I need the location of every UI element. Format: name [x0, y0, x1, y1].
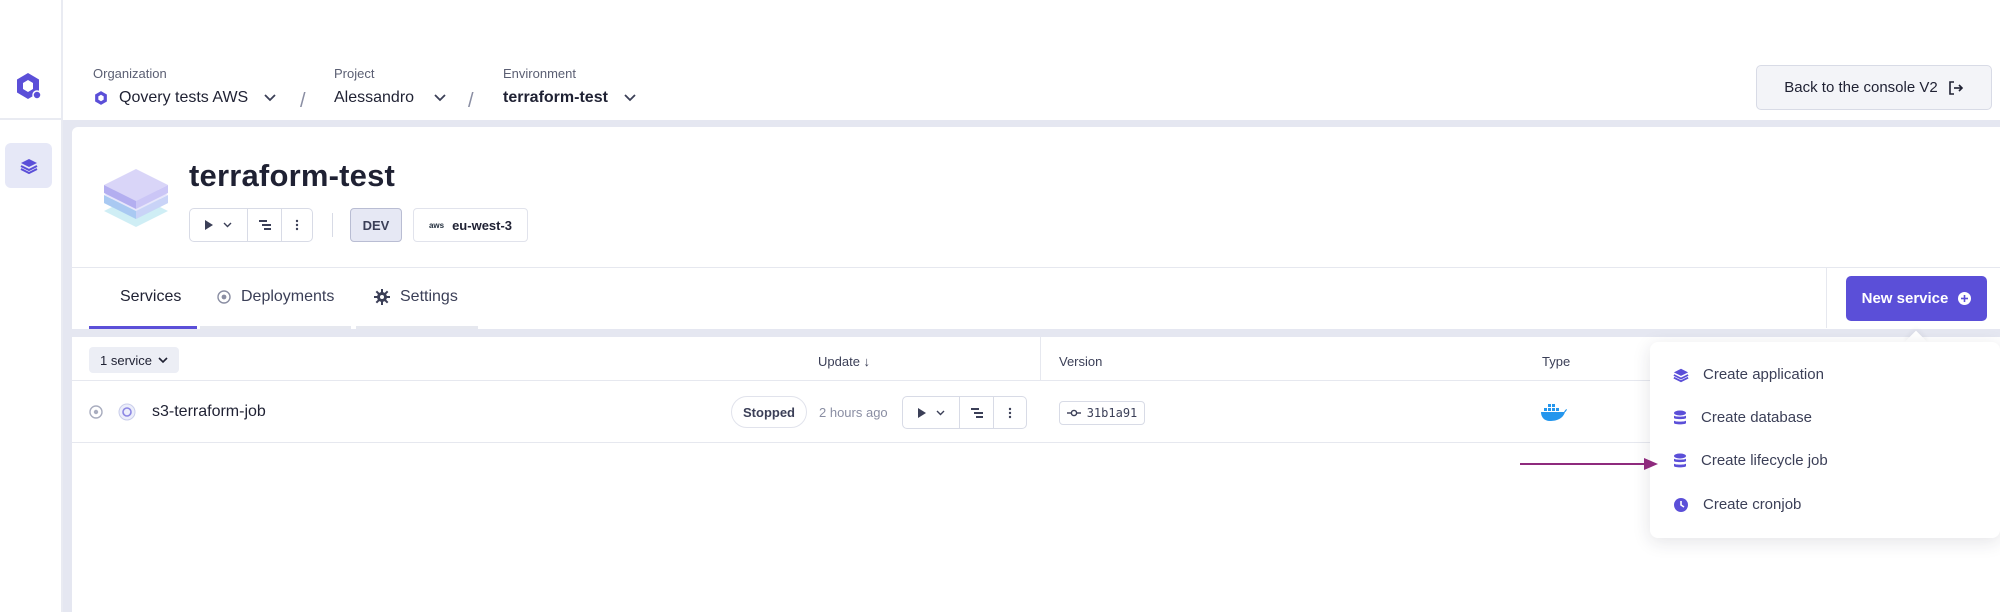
service-more-button[interactable]: [994, 397, 1026, 428]
tabs-divider: [1826, 268, 1827, 328]
column-update-header[interactable]: Update ↓: [818, 354, 870, 369]
menu-item-label: Create database: [1701, 409, 1812, 426]
tab-deployments[interactable]: Deployments: [217, 288, 334, 306]
status-badge: Stopped: [731, 396, 807, 428]
play-icon: [917, 407, 926, 418]
service-name[interactable]: s3-terraform-job: [152, 403, 266, 421]
back-to-console-label: Back to the console V2: [1784, 79, 1938, 96]
new-service-label: New service: [1861, 290, 1949, 307]
new-service-button[interactable]: New service: [1846, 276, 1987, 321]
breadcrumb-environment-label: Environment: [503, 66, 576, 81]
menu-item-create-database[interactable]: Create database: [1673, 409, 1812, 426]
layers-icon: [20, 158, 37, 174]
layers-icon: [1673, 368, 1689, 382]
left-rail: [0, 0, 63, 612]
deployments-icon: [217, 290, 231, 304]
region-badge: aws eu-west-3: [413, 208, 528, 242]
breadcrumb-separator: /: [468, 90, 474, 112]
breadcrumb-environment-value: terraform-test: [503, 89, 608, 106]
deploy-button[interactable]: [190, 209, 248, 241]
menu-item-create-lifecycle-job[interactable]: Create lifecycle job: [1673, 452, 1828, 469]
play-icon: [205, 220, 213, 230]
top-navigation: Organization Qovery tests AWS / Project …: [63, 62, 2000, 120]
chevron-down-icon: [264, 94, 276, 102]
database-icon: [1674, 453, 1686, 467]
breadcrumb-organization-label: Organization: [93, 66, 167, 81]
column-type-header: Type: [1542, 354, 1571, 369]
header-divider: [332, 213, 333, 237]
logout-icon: [1948, 80, 1963, 95]
commit-icon: [1066, 409, 1081, 417]
breadcrumb-project[interactable]: Project Alessandro: [334, 66, 446, 108]
environment-mode-badge: DEV: [350, 208, 402, 242]
breadcrumb-environment[interactable]: Environment terraform-test: [503, 66, 636, 108]
gear-icon: [374, 289, 390, 305]
qovery-org-icon: [95, 91, 107, 105]
menu-item-label: Create lifecycle job: [1701, 452, 1828, 469]
menu-item-label: Create application: [1703, 366, 1824, 383]
chevron-down-icon: [223, 222, 232, 228]
rail-environments-button[interactable]: [5, 143, 52, 188]
breadcrumb-organization-value: Qovery tests AWS: [119, 89, 249, 106]
column-version-header: Version: [1059, 354, 1103, 369]
chevron-down-icon: [624, 94, 636, 102]
stopped-status-icon: [89, 405, 103, 419]
service-logs-button[interactable]: [960, 397, 994, 428]
more-vertical-icon: [1008, 407, 1012, 418]
tab-services-label: Services: [120, 288, 182, 305]
chevron-down-icon: [158, 356, 168, 363]
more-vertical-icon: [295, 219, 299, 231]
back-to-console-button[interactable]: Back to the console V2: [1756, 65, 1992, 110]
menu-item-create-application[interactable]: Create application: [1673, 366, 1824, 383]
annotation-arrow: [1520, 458, 1658, 470]
tab-settings[interactable]: Settings: [374, 288, 458, 306]
service-deploy-button[interactable]: [903, 397, 960, 428]
environment-title: terraform-test: [189, 158, 396, 193]
database-icon: [1674, 410, 1686, 424]
last-update-time: 2 hours ago: [819, 405, 888, 420]
environment-actions: [189, 208, 313, 242]
rail-divider: [0, 118, 63, 120]
job-service-icon: [118, 403, 136, 421]
service-count-label: 1 service: [100, 352, 153, 368]
service-count-filter[interactable]: 1 service: [89, 347, 180, 373]
qovery-logo-icon[interactable]: [13, 71, 43, 101]
aws-logo-icon: aws: [428, 220, 445, 230]
docker-icon: [1540, 402, 1568, 427]
plus-circle-icon: [1958, 292, 1972, 305]
breadcrumb-separator: /: [300, 90, 306, 112]
breadcrumb-organization[interactable]: Organization Qovery tests AWS: [93, 66, 276, 108]
logs-icon: [970, 407, 983, 418]
logs-button[interactable]: [248, 209, 282, 241]
region-label: eu-west-3: [452, 217, 513, 233]
breadcrumb-project-label: Project: [334, 66, 375, 81]
clock-icon: [1674, 497, 1688, 512]
tab-services[interactable]: Services: [120, 288, 181, 306]
breadcrumb-project-value: Alessandro: [334, 89, 415, 106]
tab-settings-label: Settings: [400, 288, 458, 305]
tabs-border: [72, 267, 2000, 268]
table-gutter: [72, 329, 2000, 337]
commit-badge[interactable]: 31b1a91: [1059, 401, 1145, 425]
chevron-down-icon: [434, 94, 446, 102]
more-actions-button[interactable]: [282, 209, 312, 241]
logs-icon: [258, 220, 271, 230]
service-actions: [902, 396, 1027, 429]
commit-hash: 31b1a91: [1086, 406, 1138, 420]
menu-item-create-cronjob[interactable]: Create cronjob: [1673, 496, 1801, 513]
chevron-down-icon: [936, 410, 944, 415]
environment-layers-icon: [100, 165, 172, 231]
tab-deployments-label: Deployments: [241, 288, 335, 305]
menu-item-label: Create cronjob: [1703, 496, 1802, 513]
